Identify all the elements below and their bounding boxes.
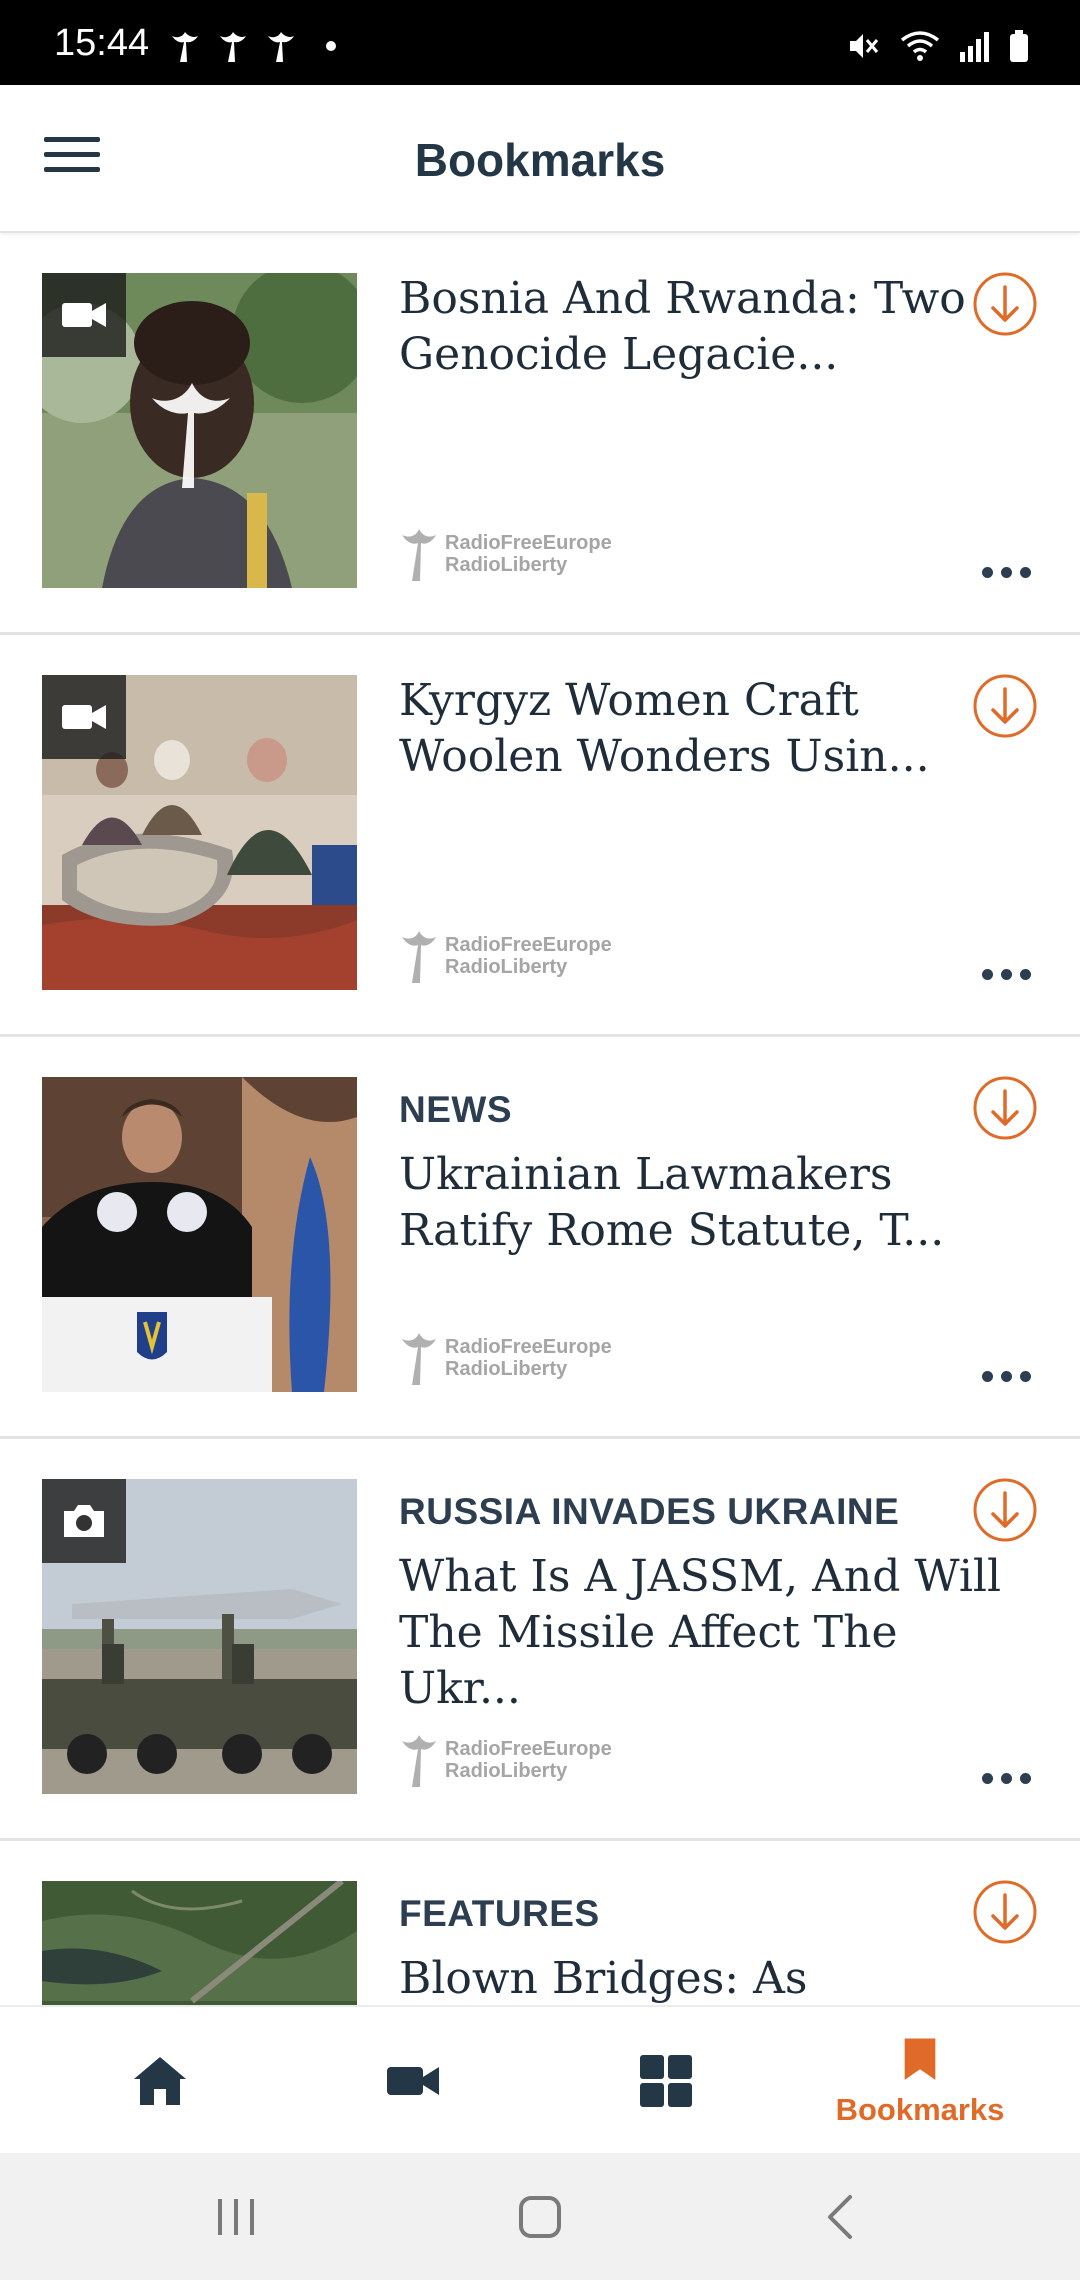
rferl-logo-icon [402, 1333, 436, 1385]
video-badge [42, 675, 126, 759]
download-icon [973, 272, 1037, 336]
bookmark-item[interactable]: FEATURES Blown Bridges: As [0, 1841, 1080, 2005]
status-bar: 15:44 [0, 0, 1080, 85]
article-category: FEATURES [399, 1893, 600, 1934]
recent-apps-button[interactable] [206, 2187, 266, 2247]
back-icon [828, 2195, 852, 2239]
download-button[interactable] [972, 673, 1038, 739]
nav-bookmarks-label: Bookmarks [835, 2092, 1005, 2127]
rferl-notification-icon [268, 32, 294, 62]
download-icon [973, 1880, 1037, 1944]
article-title[interactable]: What Is A JASSM, And Will The Missile Af… [399, 1549, 1019, 1717]
wifi-icon [900, 31, 940, 61]
more-options-button[interactable] [982, 567, 1032, 583]
recent-apps-icon [218, 2199, 254, 2235]
nav-home[interactable] [60, 2007, 260, 2155]
home-button[interactable] [510, 2187, 570, 2247]
download-button[interactable] [972, 1477, 1038, 1543]
rferl-logo-icon [402, 931, 436, 983]
photo-badge [42, 1479, 126, 1563]
bookmark-item[interactable]: NEWS Ukrainian Lawmakers Ratify Rome Sta… [0, 1037, 1080, 1439]
app-bar: Bookmarks [0, 85, 1080, 233]
status-right-icons [846, 28, 1030, 64]
source-logo: RadioFreeEurope RadioLiberty [399, 925, 612, 987]
article-thumbnail[interactable] [42, 1479, 357, 1794]
download-button[interactable] [972, 271, 1038, 337]
status-time: 15:44 [54, 22, 150, 64]
bookmark-item[interactable]: Bosnia And Rwanda: Two Genocide Legacie.… [0, 233, 1080, 635]
nav-video[interactable] [313, 2007, 513, 2155]
article-thumbnail[interactable] [42, 1881, 357, 2005]
bookmark-list[interactable]: Bosnia And Rwanda: Two Genocide Legacie.… [0, 233, 1080, 2005]
article-title[interactable]: Blown Bridges: As [399, 1951, 1019, 2005]
rferl-notification-icon [220, 32, 246, 62]
notification-icons [168, 28, 336, 64]
system-nav-bar [0, 2153, 1080, 2280]
article-title[interactable]: Bosnia And Rwanda: Two Genocide Legacie.… [399, 271, 1019, 383]
download-button[interactable] [972, 1075, 1038, 1141]
nav-bookmarks[interactable]: Bookmarks [820, 2007, 1020, 2155]
grid-icon [640, 2055, 692, 2107]
thumbnail-image [42, 1881, 357, 2005]
battery-icon [1010, 30, 1028, 62]
article-thumbnail[interactable] [42, 273, 357, 588]
download-button[interactable] [972, 1879, 1038, 1945]
rferl-logo-icon [402, 1735, 436, 1787]
mute-icon [850, 34, 879, 58]
download-icon [973, 1478, 1037, 1542]
video-badge [42, 273, 126, 357]
source-logo: RadioFreeEurope RadioLiberty [399, 523, 612, 585]
page-title: Bookmarks [414, 134, 666, 186]
camera-icon [64, 1505, 104, 1537]
more-options-button[interactable] [982, 969, 1032, 985]
video-camera-icon [387, 2067, 439, 2095]
bookmark-icon [904, 2038, 936, 2080]
article-title[interactable]: Ukrainian Lawmakers Ratify Rome Statute,… [399, 1147, 1019, 1259]
back-button[interactable] [812, 2187, 872, 2247]
rferl-notification-icon [172, 32, 198, 62]
download-icon [973, 1076, 1037, 1140]
article-category: NEWS [399, 1089, 512, 1130]
source-logo: RadioFreeEurope RadioLiberty [399, 1729, 612, 1791]
bookmark-item[interactable]: RUSSIA INVADES UKRAINE What Is A JASSM, … [0, 1439, 1080, 1841]
status-dot [326, 41, 336, 51]
article-thumbnail[interactable] [42, 1077, 357, 1392]
more-options-button[interactable] [982, 1773, 1032, 1789]
home-icon [134, 2057, 186, 2105]
home-outline-icon [519, 2196, 561, 2238]
bookmark-item[interactable]: Kyrgyz Women Craft Woolen Wonders Usin..… [0, 635, 1080, 1037]
download-icon [973, 674, 1037, 738]
video-camera-icon [62, 705, 106, 729]
bottom-nav: Bookmarks [0, 2005, 1080, 2153]
rferl-logo-icon [402, 529, 436, 581]
article-thumbnail[interactable] [42, 675, 357, 990]
article-category: RUSSIA INVADES UKRAINE [399, 1491, 900, 1532]
thumbnail-image [42, 1077, 357, 1392]
signal-icon [960, 32, 989, 62]
video-camera-icon [62, 303, 106, 327]
source-logo: RadioFreeEurope RadioLiberty [399, 1327, 612, 1389]
article-title[interactable]: Kyrgyz Women Craft Woolen Wonders Usin..… [399, 673, 1019, 785]
nav-sections[interactable] [566, 2007, 766, 2155]
more-options-button[interactable] [982, 1371, 1032, 1387]
